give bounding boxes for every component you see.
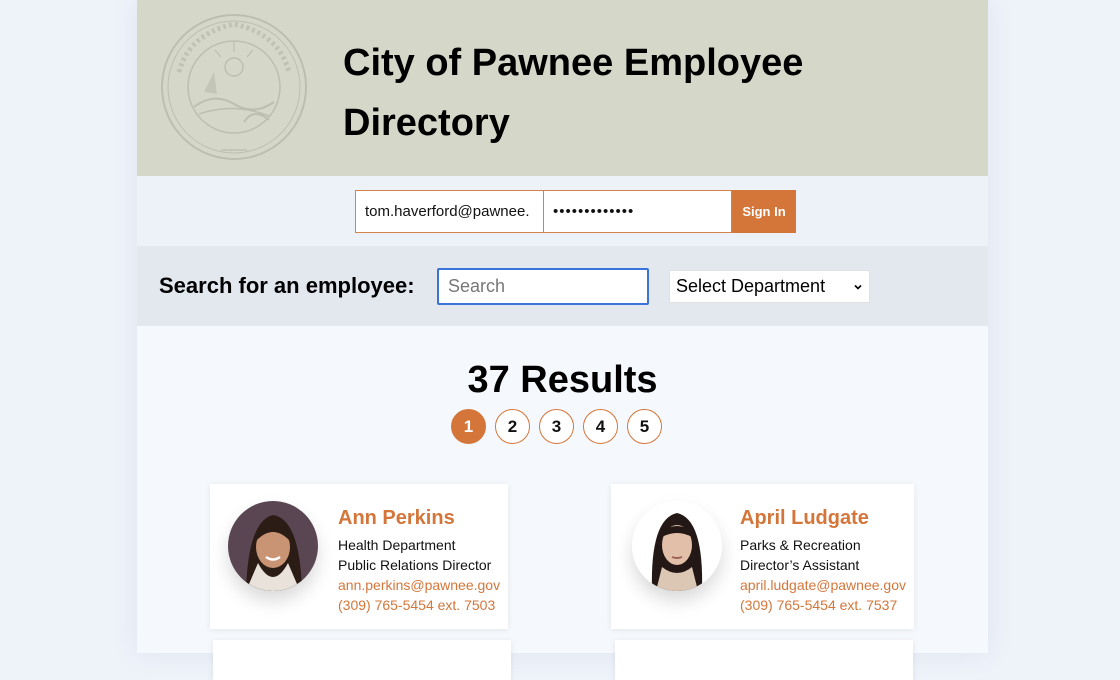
page-title: City of Pawnee Employee Directory	[343, 42, 804, 144]
employee-department: Parks & Recreation	[740, 537, 861, 553]
email-field[interactable]	[355, 190, 544, 233]
sign-in-button[interactable]: Sign In	[732, 190, 796, 233]
employee-email-link[interactable]: april.ludgate@pawnee.gov	[740, 575, 906, 595]
employee-role: Director’s Assistant	[740, 557, 860, 573]
results-count: 37 Results	[467, 359, 658, 401]
search-bar: Search for an employee: Select Departmen…	[137, 246, 988, 326]
avatar-portrait-icon	[228, 501, 318, 591]
avatar	[632, 501, 722, 591]
password-field[interactable]	[544, 190, 732, 233]
pagination: 1 2 3 4 5	[451, 409, 662, 444]
avatar-portrait-icon	[632, 501, 722, 591]
login-form: Sign In	[355, 190, 796, 233]
avatar	[228, 501, 318, 591]
page-button-4[interactable]: 4	[583, 409, 618, 444]
page-button-3[interactable]: 3	[539, 409, 574, 444]
employee-email-link[interactable]: ann.perkins@pawnee.gov	[338, 575, 500, 595]
page-button-2[interactable]: 2	[495, 409, 530, 444]
employee-card	[213, 640, 511, 680]
login-bar: Sign In	[137, 176, 988, 246]
department-select[interactable]: Select Department	[669, 270, 870, 303]
employee-info: April Ludgate Parks & Recreation Directo…	[740, 506, 906, 615]
employee-role: Public Relations Director	[338, 557, 492, 573]
city-seal-icon	[161, 14, 307, 160]
employee-name-link[interactable]: April Ludgate	[740, 506, 906, 530]
search-label: Search for an employee:	[159, 273, 415, 298]
department-select-value: Select Department	[676, 276, 826, 296]
employee-info: Ann Perkins Health Department Public Rel…	[338, 506, 500, 615]
employee-card: Ann Perkins Health Department Public Rel…	[210, 484, 508, 629]
employee-card: April Ludgate Parks & Recreation Directo…	[611, 484, 914, 629]
employee-department: Health Department	[338, 537, 456, 553]
employee-name-link[interactable]: Ann Perkins	[338, 506, 500, 530]
employee-phone-link[interactable]: (309) 765-5454 ext. 7503	[338, 595, 500, 615]
page-header: City of Pawnee Employee Directory	[137, 0, 988, 176]
page-button-5[interactable]: 5	[627, 409, 662, 444]
page-button-1[interactable]: 1	[451, 409, 486, 444]
search-input[interactable]	[437, 268, 649, 305]
employee-card	[615, 640, 913, 680]
employee-phone-link[interactable]: (309) 765-5454 ext. 7537	[740, 595, 906, 615]
directory-page: City of Pawnee Employee Directory Sign I…	[137, 0, 988, 680]
chevron-down-icon	[854, 284, 862, 290]
